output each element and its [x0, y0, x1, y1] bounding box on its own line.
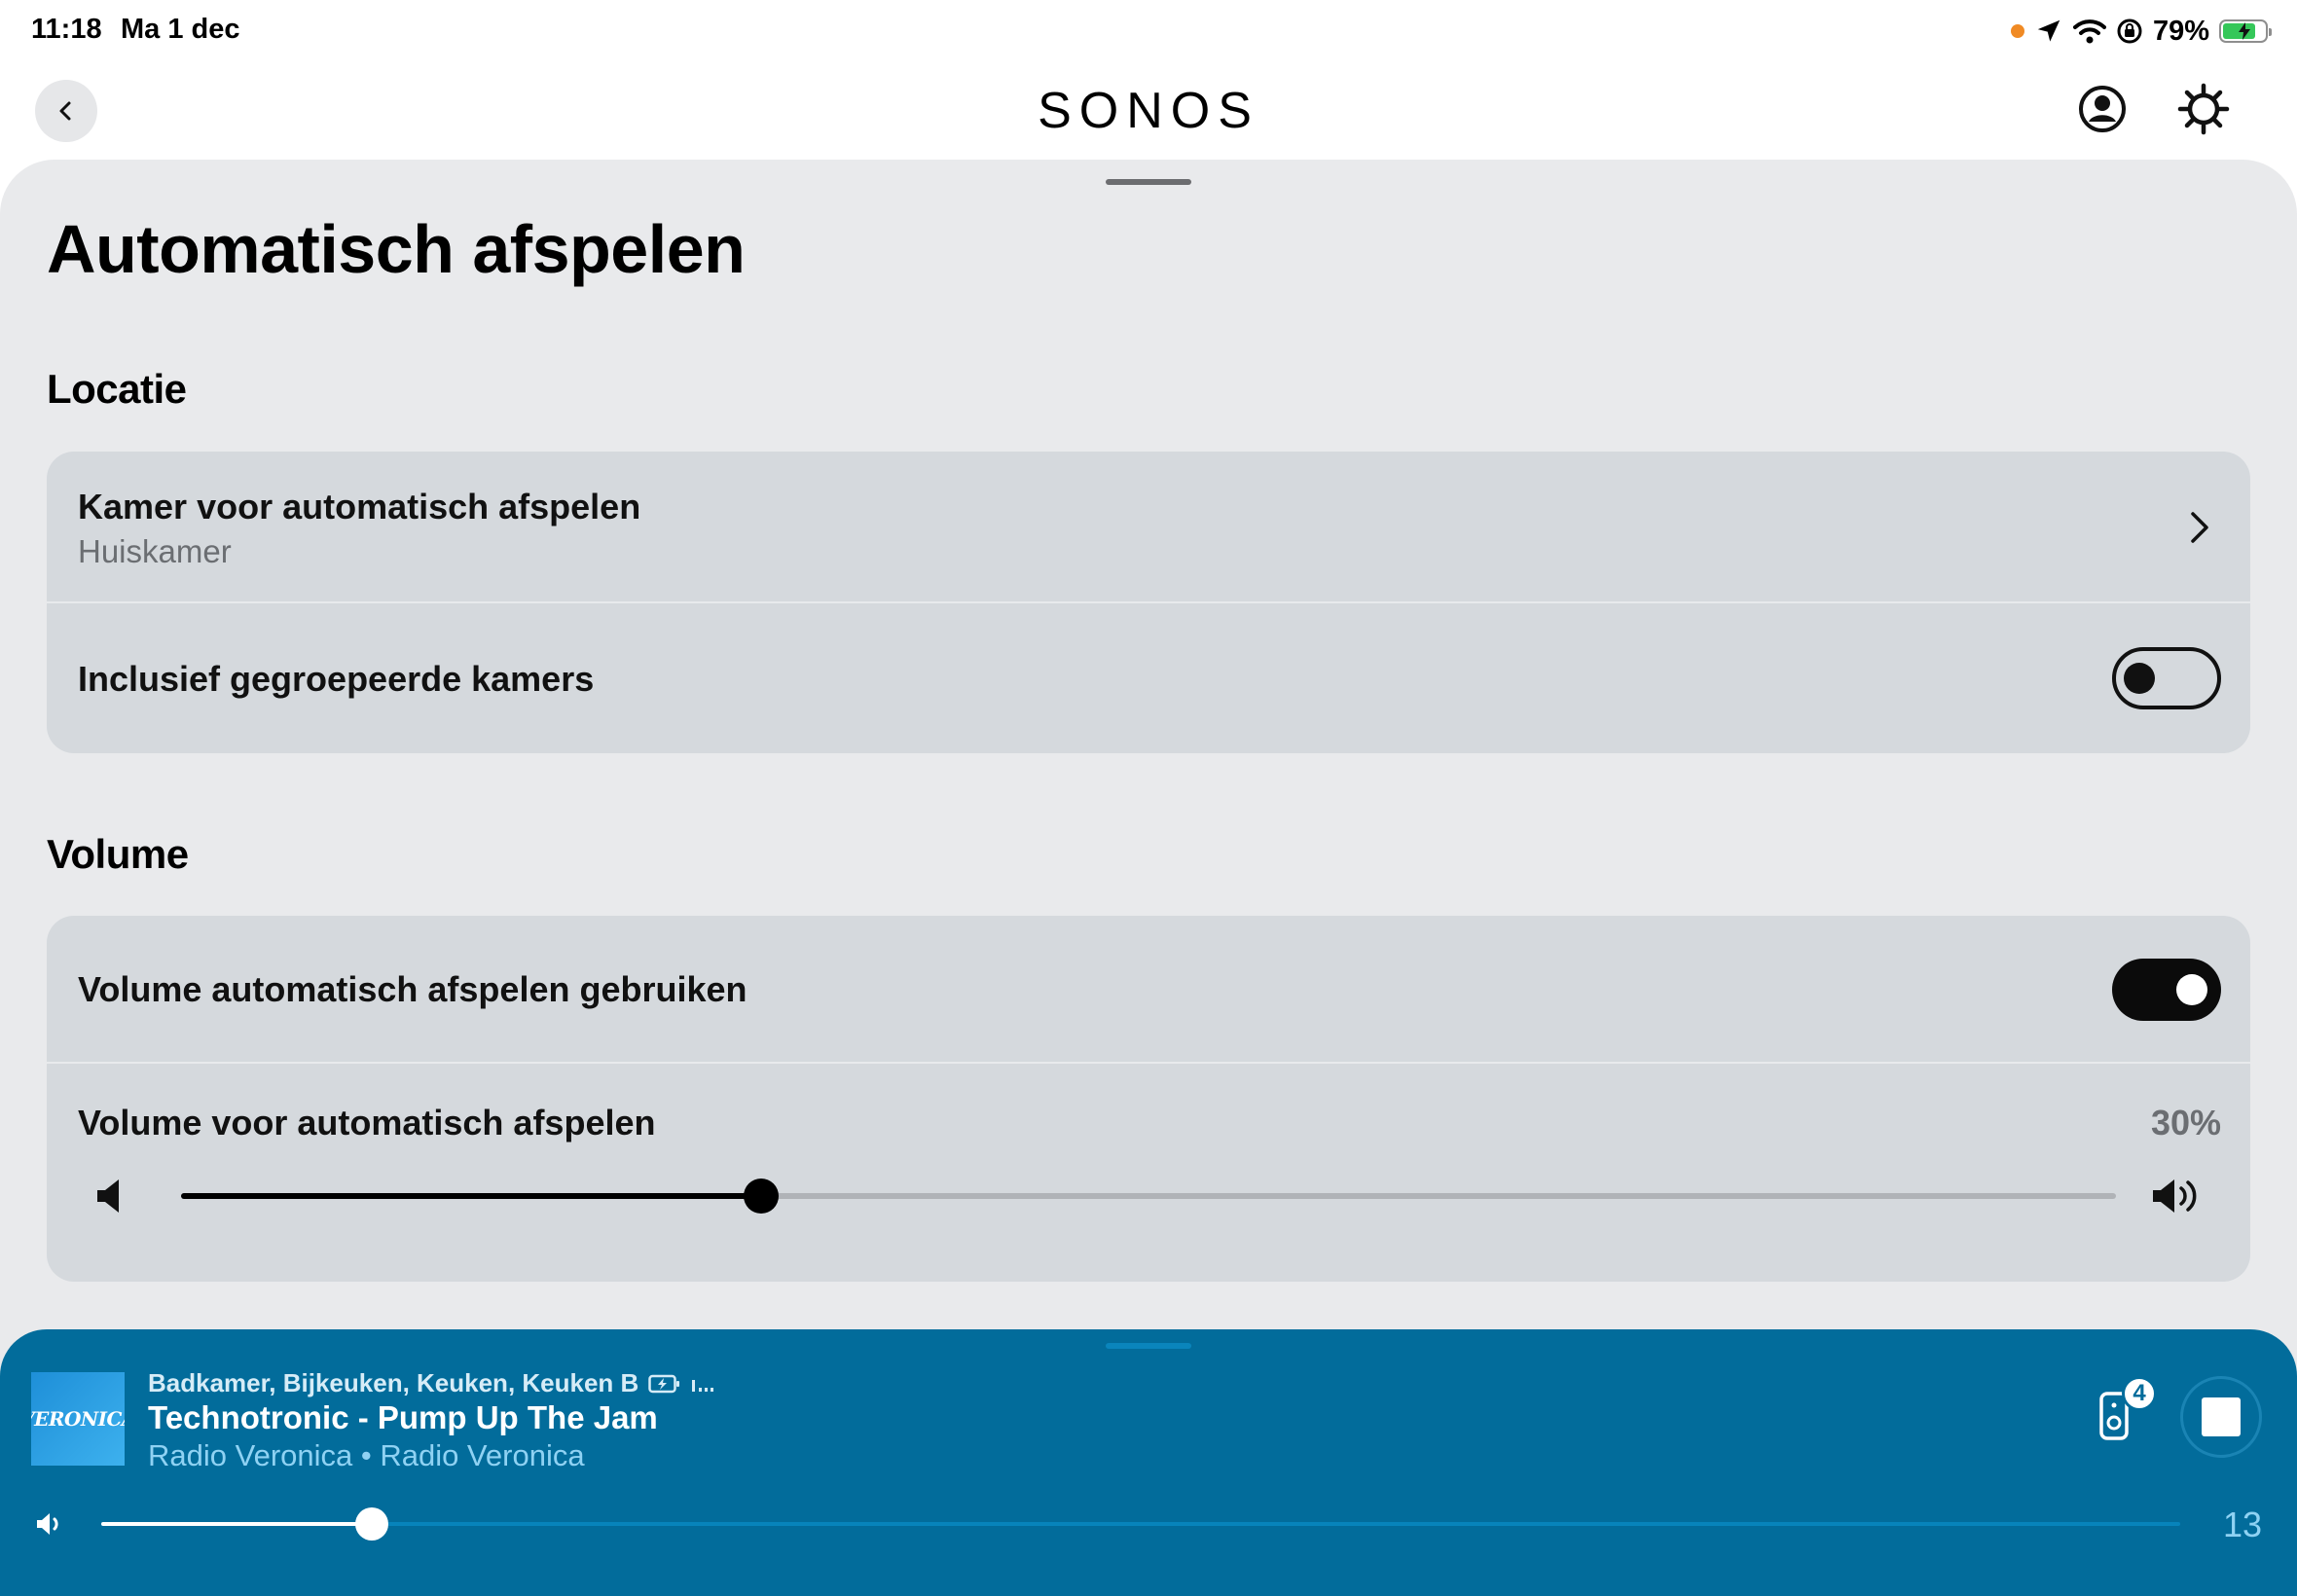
screen-lock-rotation-icon	[2116, 18, 2143, 45]
status-bar: 11:18 Ma 1 dec 79%	[0, 0, 2297, 62]
section-title-volume: Volume	[47, 831, 189, 877]
location-card: Kamer voor automatisch afspelen Huiskame…	[47, 452, 2250, 753]
now-playing-volume-fill	[101, 1522, 372, 1526]
section-title-location: Locatie	[47, 366, 187, 412]
volume-low-icon[interactable]	[95, 1177, 125, 1215]
grouped-rooms-label: Inclusief gegroepeerde kamers	[78, 659, 595, 699]
autoplay-volume-slider[interactable]	[181, 1179, 2116, 1214]
sonos-logo: SONOS	[1038, 83, 1259, 139]
now-playing-volume-value: 13	[2222, 1505, 2262, 1544]
volume-card: Volume automatisch afspelen gebruiken Vo…	[47, 916, 2250, 1282]
signal-strength-icon	[692, 1379, 714, 1392]
orange-dot-indicator-icon	[2010, 24, 2024, 38]
autoplay-volume-row: Volume voor automatisch afspelen 30%	[47, 1064, 2250, 1282]
header: SONOS	[0, 62, 2297, 160]
chevron-right-icon	[2191, 512, 2208, 543]
autoplay-volume-label: Volume voor automatisch afspelen	[78, 1103, 656, 1143]
settings-button[interactable]	[2176, 82, 2231, 136]
stop-icon	[2202, 1397, 2241, 1436]
room-row-label: Kamer voor automatisch afspelen	[78, 487, 641, 526]
now-playing-volume-thumb[interactable]	[354, 1507, 388, 1541]
gear-icon	[2177, 83, 2230, 135]
status-time: 11:18	[31, 14, 102, 45]
autoplay-volume-slider-fill	[181, 1193, 762, 1199]
battery-charging-icon	[2219, 19, 2272, 43]
now-playing-track: Technotronic - Pump Up The Jam	[148, 1399, 658, 1435]
use-volume-label: Volume automatisch afspelen gebruiken	[78, 969, 747, 1009]
status-icons: 79%	[2010, 12, 2272, 51]
status-date: Ma 1 dec	[121, 14, 240, 45]
use-volume-row: Volume automatisch afspelen gebruiken	[47, 916, 2250, 1064]
screen: 11:18 Ma 1 dec 79% SONOS Automatisch afs…	[0, 0, 2297, 1596]
grouped-rooms-row: Inclusief gegroepeerde kamers	[47, 603, 2250, 753]
wifi-icon	[2072, 18, 2106, 45]
account-icon	[2079, 86, 2126, 132]
rooms-label: Badkamer, Bijkeuken, Keuken, Keuken B	[148, 1368, 639, 1397]
use-volume-toggle[interactable]	[2112, 959, 2221, 1021]
now-playing-volume-slider[interactable]	[101, 1507, 2180, 1541]
location-icon	[2034, 17, 2063, 46]
sheet-grabber[interactable]	[1106, 179, 1191, 185]
room-row-value: Huiskamer	[78, 533, 232, 569]
album-art-logo-text: VERONICA	[31, 1407, 125, 1431]
now-playing-grabber[interactable]	[1106, 1343, 1191, 1349]
page-title: Automatisch afspelen	[47, 211, 746, 287]
battery-percent: 79%	[2152, 15, 2209, 47]
grouped-rooms-toggle[interactable]	[2112, 647, 2221, 709]
now-playing-bar[interactable]: VERONICA Badkamer, Bijkeuken, Keuken, Ke…	[0, 1329, 2297, 1596]
stop-button[interactable]	[2180, 1376, 2262, 1458]
volume-high-icon[interactable]	[2151, 1177, 2204, 1215]
battery-small-icon	[648, 1374, 680, 1393]
now-playing-rooms: Badkamer, Bijkeuken, Keuken, Keuken B	[148, 1368, 714, 1398]
now-playing-station: Radio Veronica • Radio Veronica	[148, 1438, 585, 1472]
autoplay-volume-value: 30%	[2150, 1103, 2221, 1143]
speaker-count-badge: 4	[2122, 1376, 2157, 1411]
account-button[interactable]	[2077, 84, 2128, 134]
room-row[interactable]: Kamer voor automatisch afspelen Huiskame…	[47, 452, 2250, 603]
album-art[interactable]: VERONICA	[31, 1372, 125, 1466]
autoplay-volume-slider-thumb[interactable]	[744, 1179, 780, 1214]
speaker-volume-icon[interactable]	[35, 1510, 64, 1538]
